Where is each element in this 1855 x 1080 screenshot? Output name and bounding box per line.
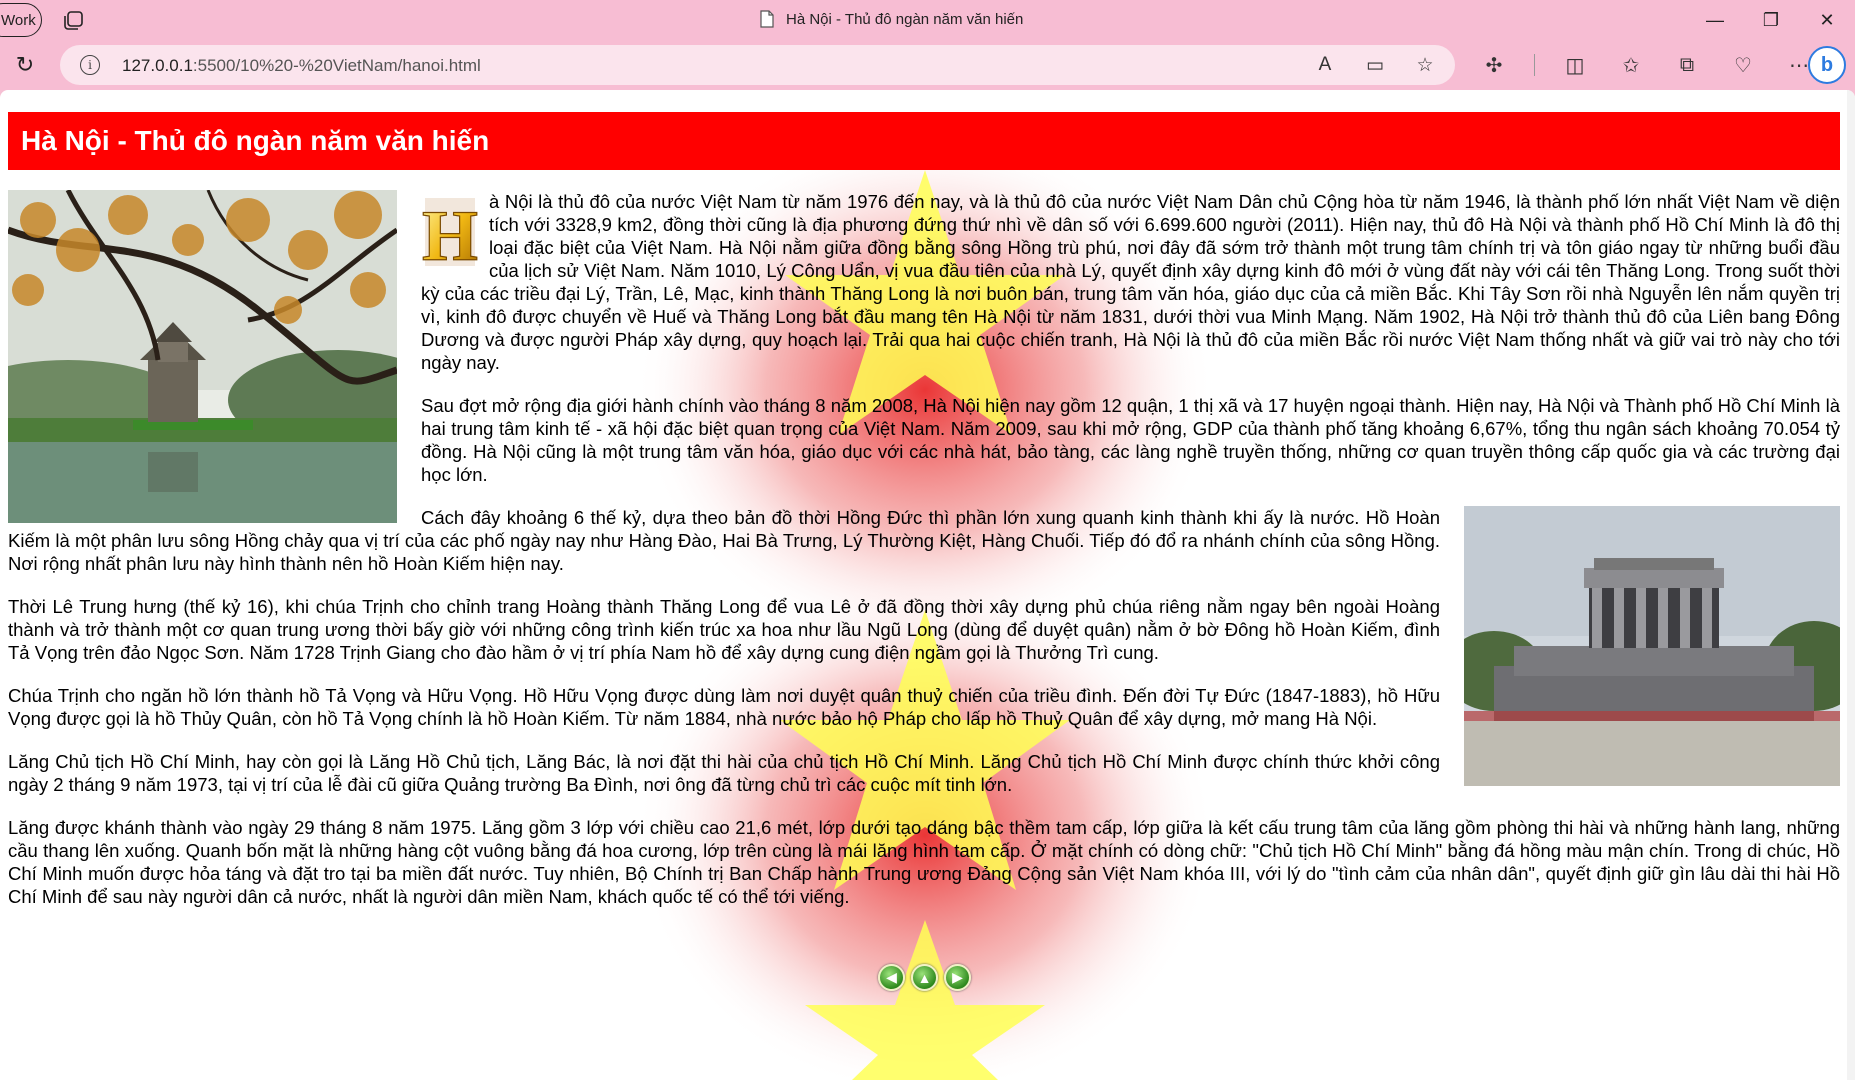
favorites-icon[interactable]: ✩ <box>1615 52 1647 78</box>
address-bar[interactable]: i 127.0.0.1:5500/10%20-%20VietNam/hanoi.… <box>60 45 1455 85</box>
copilot-icon[interactable]: b <box>1808 46 1846 84</box>
browser-essentials-icon[interactable]: ♡ <box>1727 52 1759 78</box>
window-controls: — ❐ ✕ <box>1687 0 1855 40</box>
minimize-button[interactable]: — <box>1687 0 1743 40</box>
hoan-kiem-lake-image <box>8 190 397 523</box>
previous-page-button[interactable]: ◀ <box>878 964 905 991</box>
ho-chi-minh-mausoleum-image <box>1464 506 1840 786</box>
favorite-star-icon[interactable]: ☆ <box>1413 53 1437 77</box>
window-title-text: Hà Nội - Thủ đô ngàn năm văn hiến <box>786 10 1024 28</box>
paragraph-7: Lăng được khánh thành vào ngày 29 tháng … <box>8 817 1840 907</box>
next-page-button[interactable]: ▶ <box>944 964 971 991</box>
close-button[interactable]: ✕ <box>1799 0 1855 40</box>
url-host: 127.0.0.1 <box>122 56 193 75</box>
window-title: Hà Nội - Thủ đô ngàn năm văn hiến <box>760 10 1023 28</box>
page-viewport: Hà Nội - Thủ đô ngàn năm văn hiến H à Nộ… <box>0 90 1855 1080</box>
article: H à Nội là thủ đô của nước Việt Nam từ n… <box>8 190 1840 908</box>
collections-icon[interactable]: ⧉ <box>1671 52 1703 78</box>
page-navigation: ◀ ▲ ▶ <box>878 964 971 991</box>
toolbar-actions: ✣ ◫ ✩ ⧉ ♡ ⋯ <box>1478 52 1815 78</box>
profile-button[interactable]: Work <box>0 3 42 37</box>
page-file-icon <box>760 10 774 28</box>
page-scrollbar[interactable] <box>1847 90 1855 1080</box>
top-page-button[interactable]: ▲ <box>911 964 938 991</box>
reload-icon[interactable]: ↻ <box>12 52 38 78</box>
restore-button[interactable]: ❐ <box>1743 0 1799 40</box>
address-bar-actions: A ▭ ☆ <box>1313 53 1437 77</box>
profile-label: Work <box>1 11 36 29</box>
immersive-reader-icon[interactable]: ▭ <box>1363 53 1387 77</box>
page-title: Hà Nội - Thủ đô ngàn năm văn hiến <box>21 125 490 156</box>
url-path: :5500/10%20-%20VietNam/hanoi.html <box>192 56 481 75</box>
window-titlebar: Work Hà Nội - Thủ đô ngàn năm văn hiến —… <box>0 0 1855 40</box>
url-text[interactable]: 127.0.0.1:5500/10%20-%20VietNam/hanoi.ht… <box>122 56 481 76</box>
dropcap-letter: H <box>422 196 478 272</box>
dropcap-h-image: H <box>421 192 479 276</box>
toolbar-divider <box>1534 54 1535 76</box>
page-content: Hà Nội - Thủ đô ngàn năm văn hiến H à Nộ… <box>8 112 1840 928</box>
read-aloud-icon[interactable]: A <box>1313 53 1337 77</box>
split-screen-icon[interactable]: ◫ <box>1559 52 1591 78</box>
tab-actions-icon[interactable] <box>62 10 86 32</box>
browser-toolbar: ↻ i 127.0.0.1:5500/10%20-%20VietNam/hano… <box>0 40 1855 90</box>
site-info-icon[interactable]: i <box>80 55 100 75</box>
extensions-icon[interactable]: ✣ <box>1478 52 1510 78</box>
page-header: Hà Nội - Thủ đô ngàn năm văn hiến <box>8 112 1840 170</box>
